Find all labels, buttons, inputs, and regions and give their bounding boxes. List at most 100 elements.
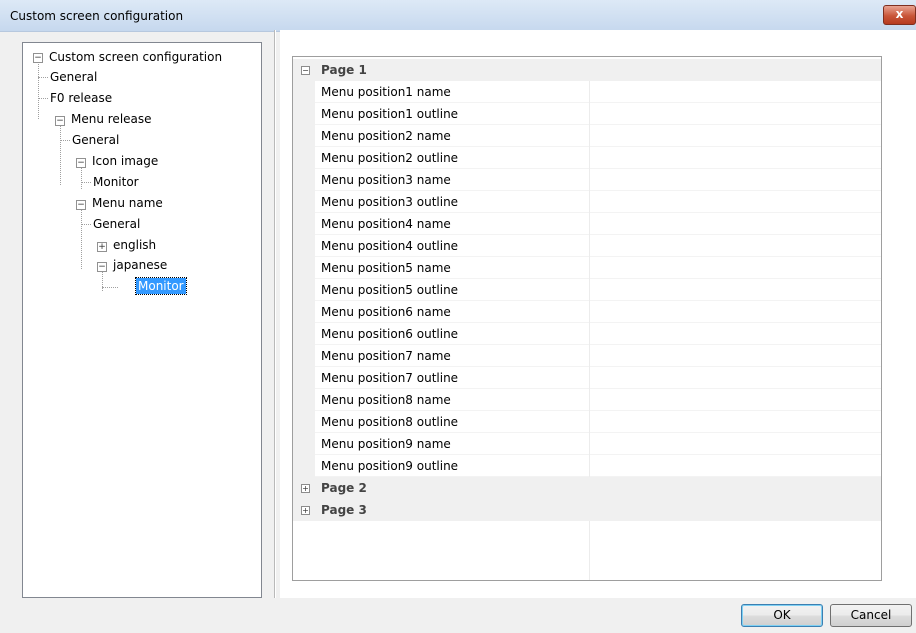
property-name: Menu position3 outline xyxy=(321,195,459,209)
property-row[interactable]: Menu position3 name xyxy=(293,169,881,191)
category-page-1[interactable]: − Page 1 xyxy=(293,59,881,81)
property-value-cell[interactable] xyxy=(589,279,881,301)
property-row[interactable]: Menu position4 outline xyxy=(293,235,881,257)
tree-node-menu-name-general[interactable]: General xyxy=(91,214,142,234)
close-icon: x xyxy=(895,7,904,21)
row-margin xyxy=(293,235,315,257)
property-value-cell[interactable] xyxy=(589,103,881,125)
property-value-cell[interactable] xyxy=(589,301,881,323)
row-margin xyxy=(293,257,315,279)
row-margin xyxy=(293,169,315,191)
property-value-cell[interactable] xyxy=(589,433,881,455)
row-margin xyxy=(293,147,315,169)
tree-node-japanese[interactable]: japanese xyxy=(111,255,169,275)
property-row[interactable]: Menu position2 name xyxy=(293,125,881,147)
row-margin xyxy=(293,213,315,235)
property-value-cell[interactable] xyxy=(589,235,881,257)
row-margin xyxy=(293,455,315,477)
row-margin xyxy=(293,345,315,367)
property-name: Menu position2 outline xyxy=(321,151,459,165)
property-value-cell[interactable] xyxy=(589,213,881,235)
collapse-root-icon[interactable]: − xyxy=(33,53,43,63)
ok-button[interactable]: OK xyxy=(741,604,823,627)
property-row[interactable]: Menu position8 outline xyxy=(293,411,881,433)
collapse-icon-image-icon[interactable]: − xyxy=(76,158,86,168)
property-name: Menu position4 outline xyxy=(321,239,459,253)
row-margin xyxy=(293,191,315,213)
property-value-cell[interactable] xyxy=(589,125,881,147)
property-value-cell[interactable] xyxy=(589,169,881,191)
tree-node-icon-image-monitor[interactable]: Monitor xyxy=(91,172,141,192)
collapse-japanese-icon[interactable]: − xyxy=(97,262,107,272)
row-margin xyxy=(293,279,315,301)
row-margin xyxy=(293,367,315,389)
property-value-cell[interactable] xyxy=(589,147,881,169)
collapse-page-1-icon[interactable]: − xyxy=(301,66,310,75)
property-value-cell[interactable] xyxy=(589,191,881,213)
tree-node-menu-name[interactable]: Menu name xyxy=(90,193,165,213)
property-row[interactable]: Menu position9 outline xyxy=(293,455,881,477)
title-bar: Custom screen configuration x xyxy=(0,0,916,32)
property-name: Menu position6 name xyxy=(321,305,451,319)
property-value-cell[interactable] xyxy=(589,323,881,345)
property-row[interactable]: Menu position5 outline xyxy=(293,279,881,301)
property-row[interactable]: Menu position7 outline xyxy=(293,367,881,389)
column-separator xyxy=(589,521,590,580)
category-page-2[interactable]: + Page 2 xyxy=(293,477,881,499)
property-value-cell[interactable] xyxy=(589,455,881,477)
property-name: Menu position6 outline xyxy=(321,327,459,341)
expand-page-3-icon[interactable]: + xyxy=(301,506,310,515)
property-row[interactable]: Menu position9 name xyxy=(293,433,881,455)
property-name: Menu position8 outline xyxy=(321,415,459,429)
property-value-cell[interactable] xyxy=(589,345,881,367)
property-row[interactable]: Menu position6 name xyxy=(293,301,881,323)
property-name: Menu position1 name xyxy=(321,85,451,99)
expand-page-2-icon[interactable]: + xyxy=(301,484,310,493)
row-margin xyxy=(293,125,315,147)
property-value-cell[interactable] xyxy=(589,367,881,389)
row-margin xyxy=(293,411,315,433)
panel-splitter[interactable] xyxy=(274,30,276,598)
category-page-3[interactable]: + Page 3 xyxy=(293,499,881,521)
property-name: Menu position4 name xyxy=(321,217,451,231)
close-button[interactable]: x xyxy=(883,5,916,25)
config-tree[interactable]: − − − − + − Custom screen configuration … xyxy=(22,42,262,598)
property-name: Menu position9 outline xyxy=(321,459,459,473)
property-row[interactable]: Menu position1 outline xyxy=(293,103,881,125)
tree-node-menu-release-general[interactable]: General xyxy=(70,130,121,150)
tree-node-icon-image[interactable]: Icon image xyxy=(90,151,160,171)
property-value-cell[interactable] xyxy=(589,81,881,103)
row-margin xyxy=(293,81,315,103)
property-value-cell[interactable] xyxy=(589,389,881,411)
tree-node-english[interactable]: english xyxy=(111,235,158,255)
tree-node-japanese-monitor[interactable]: Monitor xyxy=(135,276,187,296)
tree-node-menu-release[interactable]: Menu release xyxy=(69,109,154,129)
row-margin xyxy=(293,103,315,125)
property-row[interactable]: Menu position5 name xyxy=(293,257,881,279)
property-name: Menu position9 name xyxy=(321,437,451,451)
expand-english-icon[interactable]: + xyxy=(97,242,107,252)
property-row[interactable]: Menu position3 outline xyxy=(293,191,881,213)
property-row[interactable]: Menu position6 outline xyxy=(293,323,881,345)
property-value-cell[interactable] xyxy=(589,257,881,279)
row-margin xyxy=(293,323,315,345)
tree-node-f0-release[interactable]: F0 release xyxy=(48,88,114,108)
property-row[interactable]: Menu position8 name xyxy=(293,389,881,411)
property-row[interactable]: Menu position1 name xyxy=(293,81,881,103)
property-name: Menu position5 outline xyxy=(321,283,459,297)
property-row[interactable]: Menu position4 name xyxy=(293,213,881,235)
property-name: Menu position3 name xyxy=(321,173,451,187)
window-title: Custom screen configuration xyxy=(10,9,184,23)
property-name: Menu position7 name xyxy=(321,349,451,363)
property-row[interactable]: Menu position2 outline xyxy=(293,147,881,169)
property-value-cell[interactable] xyxy=(589,411,881,433)
property-name: Menu position1 outline xyxy=(321,107,459,121)
tree-node-general[interactable]: General xyxy=(48,67,99,87)
property-grid[interactable]: − Page 1 Menu position1 name Menu positio… xyxy=(292,56,882,581)
tree-node-root[interactable]: Custom screen configuration xyxy=(47,47,224,67)
collapse-menu-name-icon[interactable]: − xyxy=(76,200,86,210)
collapse-menu-release-icon[interactable]: − xyxy=(55,116,65,126)
cancel-button[interactable]: Cancel xyxy=(830,604,912,627)
property-row[interactable]: Menu position7 name xyxy=(293,345,881,367)
row-margin xyxy=(293,433,315,455)
